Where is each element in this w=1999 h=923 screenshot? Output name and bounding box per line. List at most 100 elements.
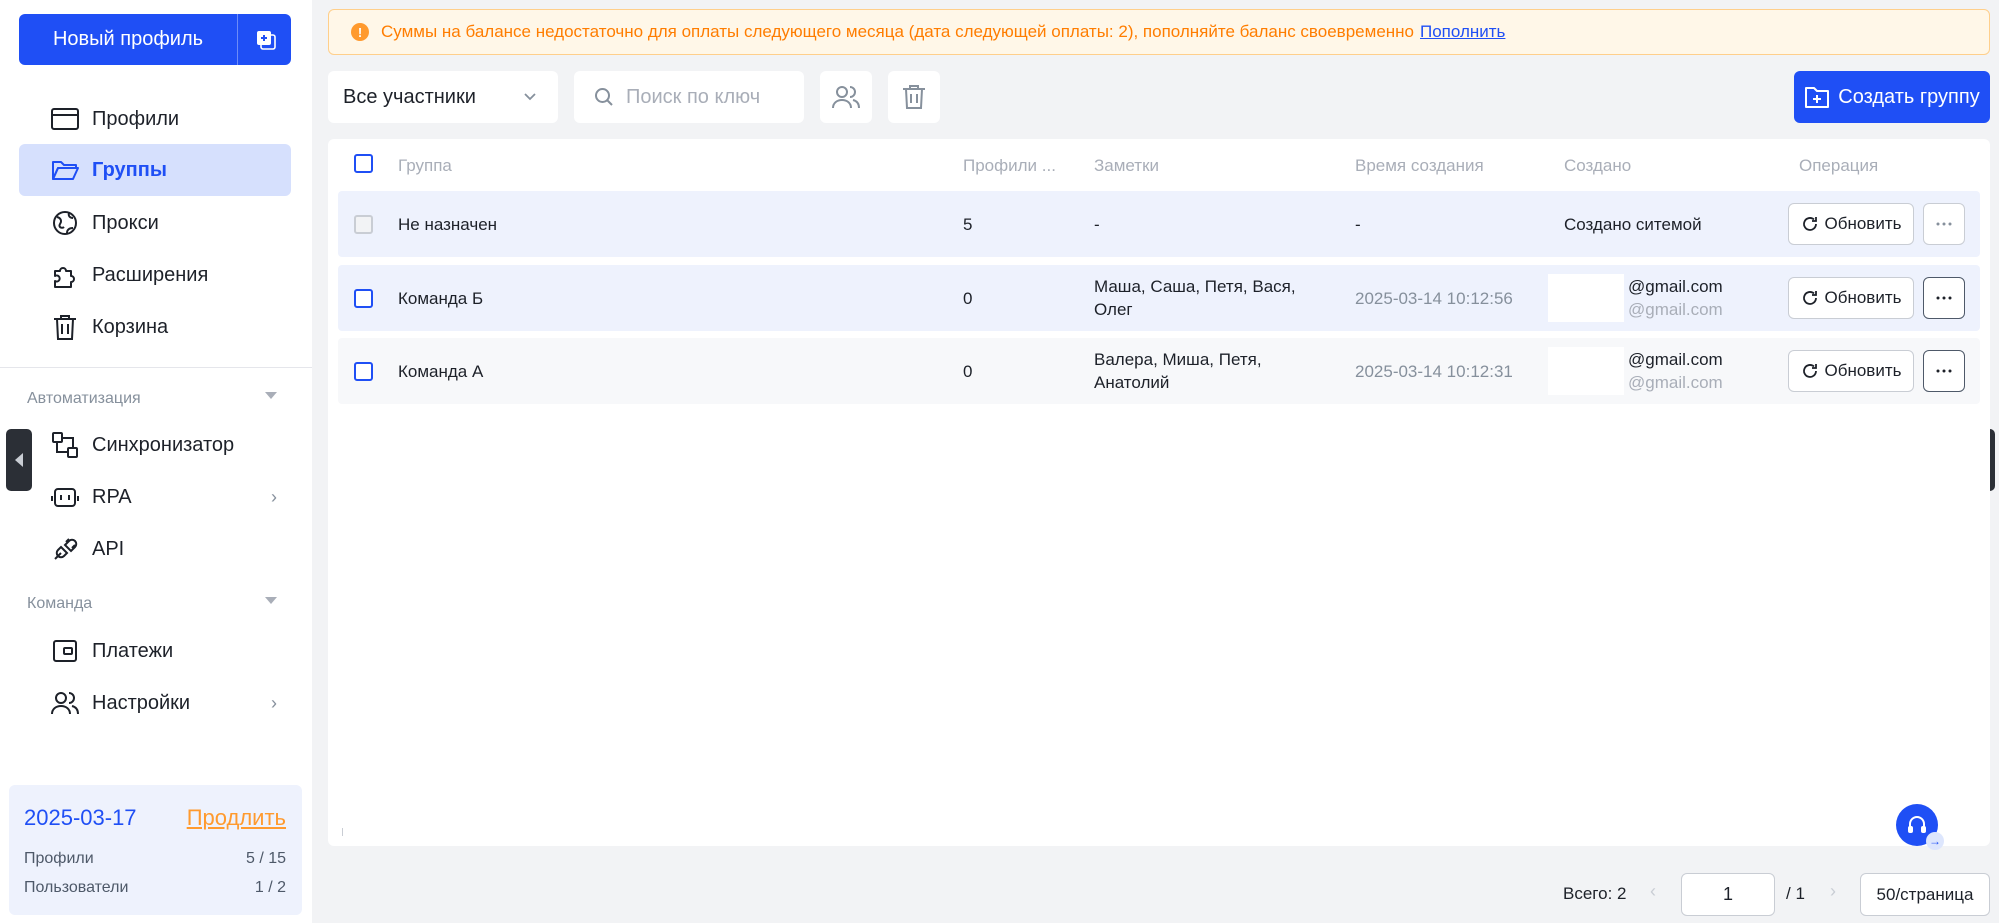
table-row[interactable]: Команда Б 0 Маша, Саша, Петя, Вася, Олег… xyxy=(338,265,1980,331)
plan-profiles-label: Профили xyxy=(24,850,94,867)
column-header-notes[interactable]: Заметки xyxy=(1094,156,1159,176)
column-header-created-by[interactable]: Создано xyxy=(1564,156,1631,176)
group-name: Команда Б xyxy=(398,289,484,308)
groups-table: Группа Профили ... Заметки Время создани… xyxy=(328,139,1990,846)
row-checkbox[interactable] xyxy=(354,289,373,308)
plug-icon xyxy=(50,534,80,564)
notes: - xyxy=(1094,215,1100,234)
page-size-select[interactable]: 50/страница xyxy=(1860,873,1990,916)
more-actions-button[interactable] xyxy=(1923,203,1965,245)
plan-users-value: 1 / 2 xyxy=(254,879,286,896)
update-label: Обновить xyxy=(1824,214,1902,233)
plan-profiles-row: Профили 5 / 15 xyxy=(24,850,286,868)
members-filter-button[interactable] xyxy=(820,71,872,123)
plan-users-row: Пользователи 1 / 2 xyxy=(24,879,286,897)
collapse-sidebar-button[interactable] xyxy=(6,429,32,491)
refresh-icon xyxy=(1802,364,1817,378)
new-profile-batch-icon[interactable] xyxy=(238,14,291,65)
folder-add-icon xyxy=(1805,87,1830,108)
avatar xyxy=(1548,347,1624,395)
sidebar-item-settings[interactable]: Настройки › xyxy=(19,677,291,729)
update-button[interactable]: Обновить xyxy=(1788,203,1914,245)
created-by: Создано ситемой xyxy=(1564,215,1702,234)
browser-window-icon xyxy=(50,104,80,134)
sidebar-item-label: Синхронизатор xyxy=(92,433,235,456)
sidebar-item-groups[interactable]: Группы xyxy=(19,144,291,196)
triangle-left-icon xyxy=(15,453,23,467)
row-checkbox xyxy=(354,215,373,234)
sidebar-item-label: RPA xyxy=(92,485,132,508)
sidebar-item-rpa[interactable]: RPA › xyxy=(19,471,291,523)
creator-email: @gmail.com xyxy=(1628,277,1723,296)
group-name: Не назначен xyxy=(398,215,498,234)
creator-email-secondary: @gmail.com xyxy=(1628,373,1723,392)
sidebar-item-label: Профили xyxy=(92,107,180,130)
wallet-icon xyxy=(50,636,80,666)
horizontal-scrollbar[interactable] xyxy=(342,828,343,836)
sidebar-item-synchronizer[interactable]: Синхронизатор xyxy=(19,419,291,471)
column-header-created-time[interactable]: Время создания xyxy=(1355,156,1484,176)
avatar xyxy=(1548,274,1624,322)
globe-icon xyxy=(50,208,80,238)
sidebar-item-proxy[interactable]: Прокси xyxy=(19,197,291,249)
refresh-icon xyxy=(1802,217,1817,231)
new-profile-label[interactable]: Новый профиль xyxy=(19,14,238,65)
ellipsis-icon xyxy=(1936,296,1952,300)
page-number-input[interactable] xyxy=(1681,873,1775,916)
sidebar-item-label: Группы xyxy=(92,158,167,181)
delete-selected-button[interactable] xyxy=(888,71,940,123)
column-header-profiles[interactable]: Профили ... xyxy=(963,156,1056,176)
update-button[interactable]: Обновить xyxy=(1788,277,1914,319)
headset-icon xyxy=(1908,816,1926,833)
sidebar: Новый профиль Профили Группы Прокси Расш… xyxy=(0,0,312,923)
plan-profiles-value: 5 / 15 xyxy=(245,850,286,867)
search-box[interactable] xyxy=(574,71,804,123)
group-name: Команда А xyxy=(398,362,484,381)
section-team[interactable]: Команда xyxy=(27,595,277,613)
support-chat-button[interactable]: → xyxy=(1896,804,1944,850)
warning-icon: ! xyxy=(351,23,369,41)
create-group-button[interactable]: Создать группу xyxy=(1794,71,1990,123)
next-page-button[interactable]: › xyxy=(1830,881,1836,902)
extend-plan-link[interactable]: Продлить xyxy=(187,805,286,831)
section-automation[interactable]: Автоматизация xyxy=(27,390,277,408)
table-row[interactable]: Команда А 0 Валера, Миша, Петя, Анатолий… xyxy=(338,338,1980,404)
select-all-checkbox[interactable] xyxy=(354,154,373,173)
sidebar-item-profiles[interactable]: Профили xyxy=(19,93,291,145)
column-header-group[interactable]: Группа xyxy=(398,156,452,176)
top-up-link[interactable]: Пополнить xyxy=(1420,22,1505,42)
trash-icon xyxy=(903,85,925,109)
sidebar-item-label: Платежи xyxy=(92,639,174,662)
users-icon xyxy=(50,688,80,718)
pagination-total-pages: / 1 xyxy=(1786,884,1805,903)
alert-text: Суммы на балансе недостаточно для оплаты… xyxy=(381,22,1414,41)
chevron-right-icon: › xyxy=(271,693,277,713)
page-size-value: 50/страница xyxy=(1876,884,1974,904)
update-button[interactable]: Обновить xyxy=(1788,350,1914,392)
previous-page-button[interactable]: ‹ xyxy=(1650,881,1656,902)
created-time: - xyxy=(1355,215,1361,234)
new-profile-button[interactable]: Новый профиль xyxy=(19,14,291,65)
robot-icon xyxy=(50,482,80,512)
sidebar-item-label: API xyxy=(92,537,125,560)
created-time: 2025-03-14 10:12:31 xyxy=(1355,362,1513,381)
table-row[interactable]: Не назначен 5 - - Создано ситемой Обнови… xyxy=(338,191,1980,257)
plan-info-card: 2025-03-17 Продлить Профили 5 / 15 Польз… xyxy=(9,785,302,915)
update-label: Обновить xyxy=(1824,361,1902,380)
row-checkbox[interactable] xyxy=(354,362,373,381)
more-actions-button[interactable] xyxy=(1923,350,1965,392)
search-input[interactable] xyxy=(626,85,796,109)
trash-icon xyxy=(50,312,80,342)
members-select[interactable]: Все участники xyxy=(328,71,558,123)
sidebar-item-api[interactable]: API xyxy=(19,523,291,575)
sidebar-item-extensions[interactable]: Расширения xyxy=(19,249,291,301)
sidebar-item-trash[interactable]: Корзина xyxy=(19,301,291,353)
search-icon xyxy=(595,88,613,106)
sidebar-item-payments[interactable]: Платежи xyxy=(19,625,291,677)
sidebar-item-label: Настройки xyxy=(92,691,191,714)
more-actions-button[interactable] xyxy=(1923,277,1965,319)
plan-users-label: Пользователи xyxy=(24,879,129,896)
notes: Маша, Саша, Петя, Вася, xyxy=(1094,277,1296,296)
profiles-count: 0 xyxy=(963,362,973,381)
chevron-right-icon: › xyxy=(271,487,277,507)
